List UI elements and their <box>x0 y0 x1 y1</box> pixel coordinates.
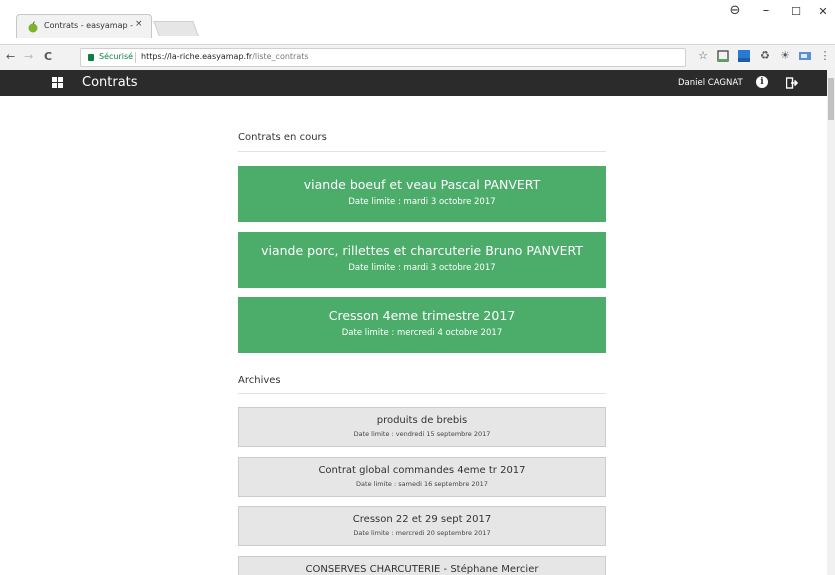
url-text: https://la-riche.easyamap.fr/liste_contr… <box>141 52 309 61</box>
contract-title: Cresson 4eme trimestre 2017 <box>328 308 516 323</box>
contract-title: viande boeuf et veau Pascal PANVERT <box>303 177 541 192</box>
browser-toolbar: ← → C Sécurisé https://la-riche.easyamap… <box>0 44 835 70</box>
minimize-button[interactable]: – <box>754 3 778 18</box>
url-path: /liste_contrats <box>252 52 309 61</box>
extension-icon[interactable] <box>716 49 730 63</box>
page-title: Contrats <box>82 75 138 90</box>
browser-titlebar: Contrats - easyamap - × ⊖ – ☐ ✕ <box>0 0 835 38</box>
info-icon[interactable]: i <box>756 76 768 88</box>
section-divider <box>238 151 606 152</box>
archives-heading: Archives <box>238 375 281 386</box>
account-icon[interactable]: ⊖ <box>723 3 747 18</box>
address-separator <box>135 52 136 63</box>
contract-card[interactable]: viande boeuf et veau Pascal PANVERT Date… <box>238 166 606 222</box>
contract-deadline: Date limite : mardi 3 octobre 2017 <box>348 197 496 207</box>
reload-icon[interactable]: C <box>44 50 52 63</box>
secure-label: Sécurisé <box>99 52 134 61</box>
user-name[interactable]: Daniel CAGNAT <box>678 78 743 88</box>
contract-title: viande porc, rillettes et charcuterie Br… <box>261 243 583 258</box>
menu-icon[interactable]: ⋮ <box>818 49 832 63</box>
plugin-icon[interactable]: ☀ <box>778 49 792 63</box>
archive-deadline: Date limite : mercredi 20 septembre 2017 <box>353 529 491 537</box>
contract-deadline: Date limite : mercredi 4 octobre 2017 <box>341 328 503 338</box>
url-host: https://la-riche.easyamap.fr <box>141 52 253 61</box>
archive-title: produits de brebis <box>376 415 468 426</box>
apple-favicon-icon <box>28 21 38 33</box>
archive-card[interactable]: CONSERVES CHARCUTERIE - Stéphane Mercier <box>238 556 606 575</box>
archive-title: CONSERVES CHARCUTERIE - Stéphane Mercier <box>305 564 539 575</box>
contract-deadline: Date limite : mardi 3 octobre 2017 <box>348 263 496 273</box>
app-header: Contrats Daniel CAGNAT i <box>0 70 835 96</box>
logout-icon[interactable] <box>786 77 798 89</box>
back-icon[interactable]: ← <box>6 50 15 63</box>
archive-deadline: Date limite : samedi 16 septembre 2017 <box>356 480 488 488</box>
contract-card[interactable]: Cresson 4eme trimestre 2017 Date limite … <box>238 297 606 353</box>
forward-icon[interactable]: → <box>24 50 33 63</box>
grid-menu-icon[interactable] <box>52 77 63 88</box>
maximize-button[interactable]: ☐ <box>784 5 808 18</box>
star-icon[interactable]: ☆ <box>696 49 710 63</box>
archive-card[interactable]: Contrat global commandes 4eme tr 2017 Da… <box>238 457 606 497</box>
archive-card[interactable]: produits de brebis Date limite : vendred… <box>238 407 606 447</box>
close-window-button[interactable]: ✕ <box>811 5 835 18</box>
scrollbar-thumb[interactable] <box>828 78 834 120</box>
archive-card[interactable]: Cresson 22 et 29 sept 2017 Date limite :… <box>238 506 606 546</box>
browser-tab[interactable]: Contrats - easyamap - × <box>16 14 152 38</box>
archive-deadline: Date limite : vendredi 15 septembre 2017 <box>353 430 491 438</box>
new-extension-icon[interactable] <box>737 49 751 63</box>
section-divider <box>238 393 606 394</box>
current-contracts-heading: Contrats en cours <box>238 132 327 143</box>
archive-title: Contrat global commandes 4eme tr 2017 <box>318 465 526 476</box>
screenshot-icon[interactable] <box>798 49 812 63</box>
scrollbar[interactable] <box>827 70 835 575</box>
contract-card[interactable]: viande porc, rillettes et charcuterie Br… <box>238 232 606 288</box>
lock-icon <box>88 54 94 61</box>
new-tab-button[interactable] <box>153 21 199 36</box>
address-bar[interactable]: Sécurisé https://la-riche.easyamap.fr/li… <box>80 48 686 67</box>
archive-title: Cresson 22 et 29 sept 2017 <box>352 514 492 525</box>
recycle-icon[interactable]: ♻ <box>758 49 772 63</box>
tab-close-icon[interactable]: × <box>135 19 143 29</box>
tab-title: Contrats - easyamap - <box>44 21 133 30</box>
